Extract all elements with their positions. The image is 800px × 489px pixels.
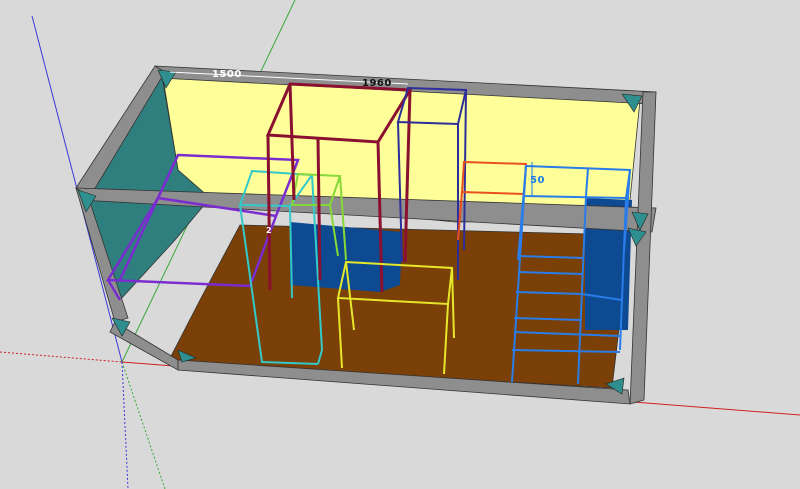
- dimension-label-50[interactable]: 50: [530, 175, 545, 186]
- model-canvas[interactable]: [0, 0, 800, 489]
- sketchup-viewport[interactable]: 1500 1960 50 2: [0, 0, 800, 489]
- green-axis-dotted: [121, 361, 166, 489]
- dimension-label-1500[interactable]: 1500: [212, 69, 242, 80]
- dimension-label-1960[interactable]: 1960: [362, 78, 392, 89]
- blue-axis-dotted: [121, 361, 129, 489]
- dimension-label-small[interactable]: 2: [266, 226, 272, 235]
- red-axis-dotted: [0, 351, 123, 363]
